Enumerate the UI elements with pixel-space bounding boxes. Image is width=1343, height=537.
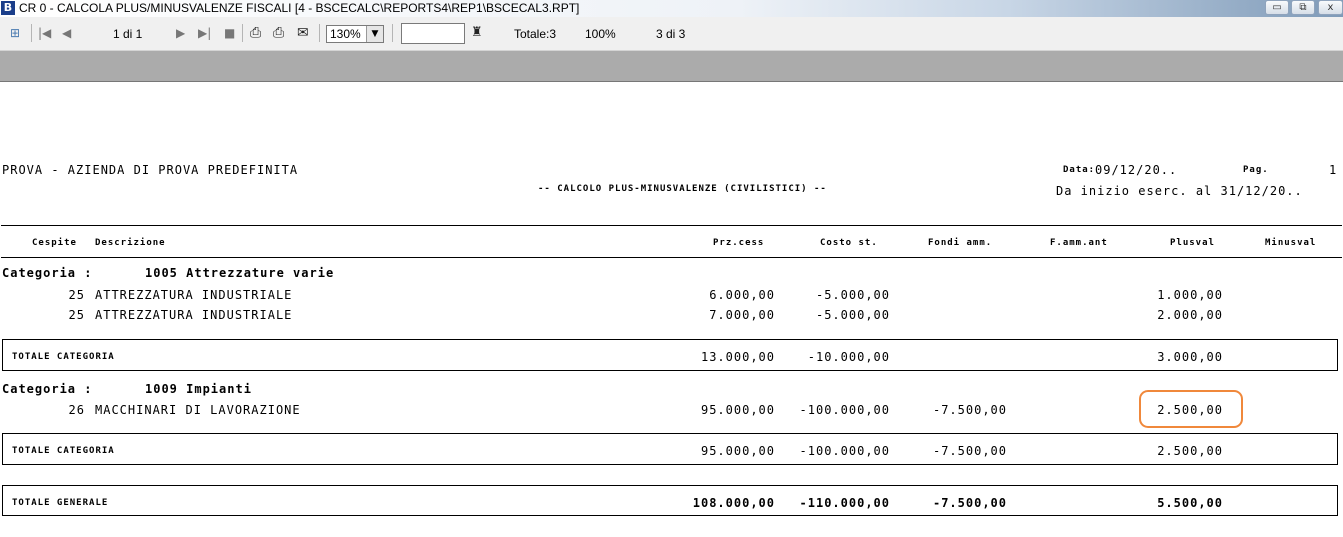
row-costo-st: -5.000,00 xyxy=(815,288,890,302)
col-cespite: Cespite xyxy=(32,238,77,248)
row-costo-st: -5.000,00 xyxy=(815,308,890,322)
next-page-icon[interactable]: ▶ xyxy=(176,26,185,40)
percent-label: 100% xyxy=(585,27,616,41)
row-cespite: 26 xyxy=(68,403,85,417)
find-icon[interactable]: ♜ xyxy=(471,25,483,40)
toolbar: ⊞ |◀ ◀ 1 di 1 ▶ ▶| ■ ⎙ ⎙ ✉ 130% ▼ ♜ Tota… xyxy=(0,17,1343,51)
row-cespite: 25 xyxy=(68,308,85,322)
grand-total-fondi-amm: -7.500,00 xyxy=(932,496,1007,510)
total-plusval: 3.000,00 xyxy=(1157,350,1223,364)
window-title: CR 0 - CALCOLA PLUS/MINUSVALENZE FISCALI… xyxy=(19,1,580,15)
stop-icon[interactable]: ■ xyxy=(224,26,235,40)
close-button[interactable]: x xyxy=(1318,0,1343,15)
col-costo-st: Costo st. xyxy=(820,238,878,248)
total-prz-cess: 95.000,00 xyxy=(700,444,775,458)
page-number: 1 xyxy=(1329,163,1338,177)
toolbar-separator xyxy=(242,24,243,42)
row-descrizione: ATTREZZATURA INDUSTRIALE xyxy=(95,288,293,302)
row-plusval: 1.000,00 xyxy=(1157,288,1223,302)
date-value: 09/12/20.. xyxy=(1095,163,1178,177)
row-descrizione: ATTREZZATURA INDUSTRIALE xyxy=(95,308,293,322)
report-subtitle: -- CALCOLO PLUS-MINUSVALENZE (CIVILISTIC… xyxy=(538,184,827,194)
restore-button[interactable]: ⧉ xyxy=(1291,0,1315,15)
total-records-label: Totale:3 xyxy=(514,27,557,41)
first-page-icon[interactable]: |◀ xyxy=(38,26,51,40)
category-total-label: TOTALE CATEGORIA xyxy=(12,446,115,456)
category-total-label: TOTALE CATEGORIA xyxy=(12,352,115,362)
export-icon[interactable]: ✉ xyxy=(297,25,309,41)
header-rule xyxy=(1,225,1342,226)
col-prz-cess: Prz.cess xyxy=(713,238,765,248)
previous-page-icon[interactable]: ◀ xyxy=(62,26,71,40)
row-descrizione: MACCHINARI DI LAVORAZIONE xyxy=(95,403,301,417)
zoom-select[interactable]: 130% ▼ xyxy=(326,25,384,43)
row-prz-cess: 6.000,00 xyxy=(709,288,775,302)
row-fondi-amm: -7.500,00 xyxy=(932,403,1007,417)
tab-area xyxy=(0,51,1343,82)
records-progress-label: 3 di 3 xyxy=(656,27,686,41)
total-prz-cess: 13.000,00 xyxy=(700,350,775,364)
title-bar: B CR 0 - CALCOLA PLUS/MINUSVALENZE FISCA… xyxy=(0,0,1343,17)
print-setup-icon[interactable]: ⎙ xyxy=(273,25,284,41)
total-costo-st: -100.000,00 xyxy=(799,444,890,458)
category-label: Categoria : xyxy=(2,266,93,280)
total-fondi-amm: -7.500,00 xyxy=(932,444,1007,458)
page-indicator: 1 di 1 xyxy=(113,27,143,41)
total-costo-st: -10.000,00 xyxy=(807,350,890,364)
column-header-rule xyxy=(1,257,1342,258)
total-plusval: 2.500,00 xyxy=(1157,444,1223,458)
page-label: Pag. xyxy=(1243,165,1269,175)
col-f-amm-ant: F.amm.ant xyxy=(1050,238,1108,248)
category-name: 1009 Impianti xyxy=(145,382,252,396)
period-label: Da inizio eserc. al 31/12/20.. xyxy=(1056,184,1303,198)
highlight-annotation xyxy=(1139,390,1243,428)
row-cespite: 25 xyxy=(68,288,85,302)
app-icon: B xyxy=(1,1,15,15)
row-prz-cess: 7.000,00 xyxy=(709,308,775,322)
toolbar-separator xyxy=(319,24,320,42)
grand-total-costo-st: -110.000,00 xyxy=(799,496,890,510)
last-page-icon[interactable]: ▶| xyxy=(198,26,211,40)
col-fondi-amm: Fondi amm. xyxy=(928,238,993,248)
row-costo-st: -100.000,00 xyxy=(799,403,890,417)
toolbar-separator xyxy=(31,24,32,42)
category-name: 1005 Attrezzature varie xyxy=(145,266,335,280)
col-minusval: Minusval xyxy=(1265,238,1317,248)
print-icon[interactable]: ⎙ xyxy=(250,25,261,41)
row-plusval: 2.000,00 xyxy=(1157,308,1223,322)
toolbar-separator xyxy=(392,24,393,42)
minimize-button[interactable]: ▭ xyxy=(1265,0,1289,15)
col-plusval: Plusval xyxy=(1170,238,1215,248)
col-descrizione: Descrizione xyxy=(95,238,166,248)
group-tree-icon[interactable]: ⊞ xyxy=(10,26,20,40)
chevron-down-icon[interactable]: ▼ xyxy=(366,26,383,42)
date-label: Data: xyxy=(1063,165,1096,175)
search-input[interactable] xyxy=(401,23,465,44)
category-label: Categoria : xyxy=(2,382,93,396)
grand-total-prz-cess: 108.000,00 xyxy=(692,496,775,510)
grand-total-label: TOTALE GENERALE xyxy=(12,498,109,508)
row-prz-cess: 95.000,00 xyxy=(700,403,775,417)
zoom-value: 130% xyxy=(330,27,361,41)
company-name: PROVA - AZIENDA DI PROVA PREDEFINITA xyxy=(2,163,299,177)
grand-total-plusval: 5.500,00 xyxy=(1157,496,1223,510)
